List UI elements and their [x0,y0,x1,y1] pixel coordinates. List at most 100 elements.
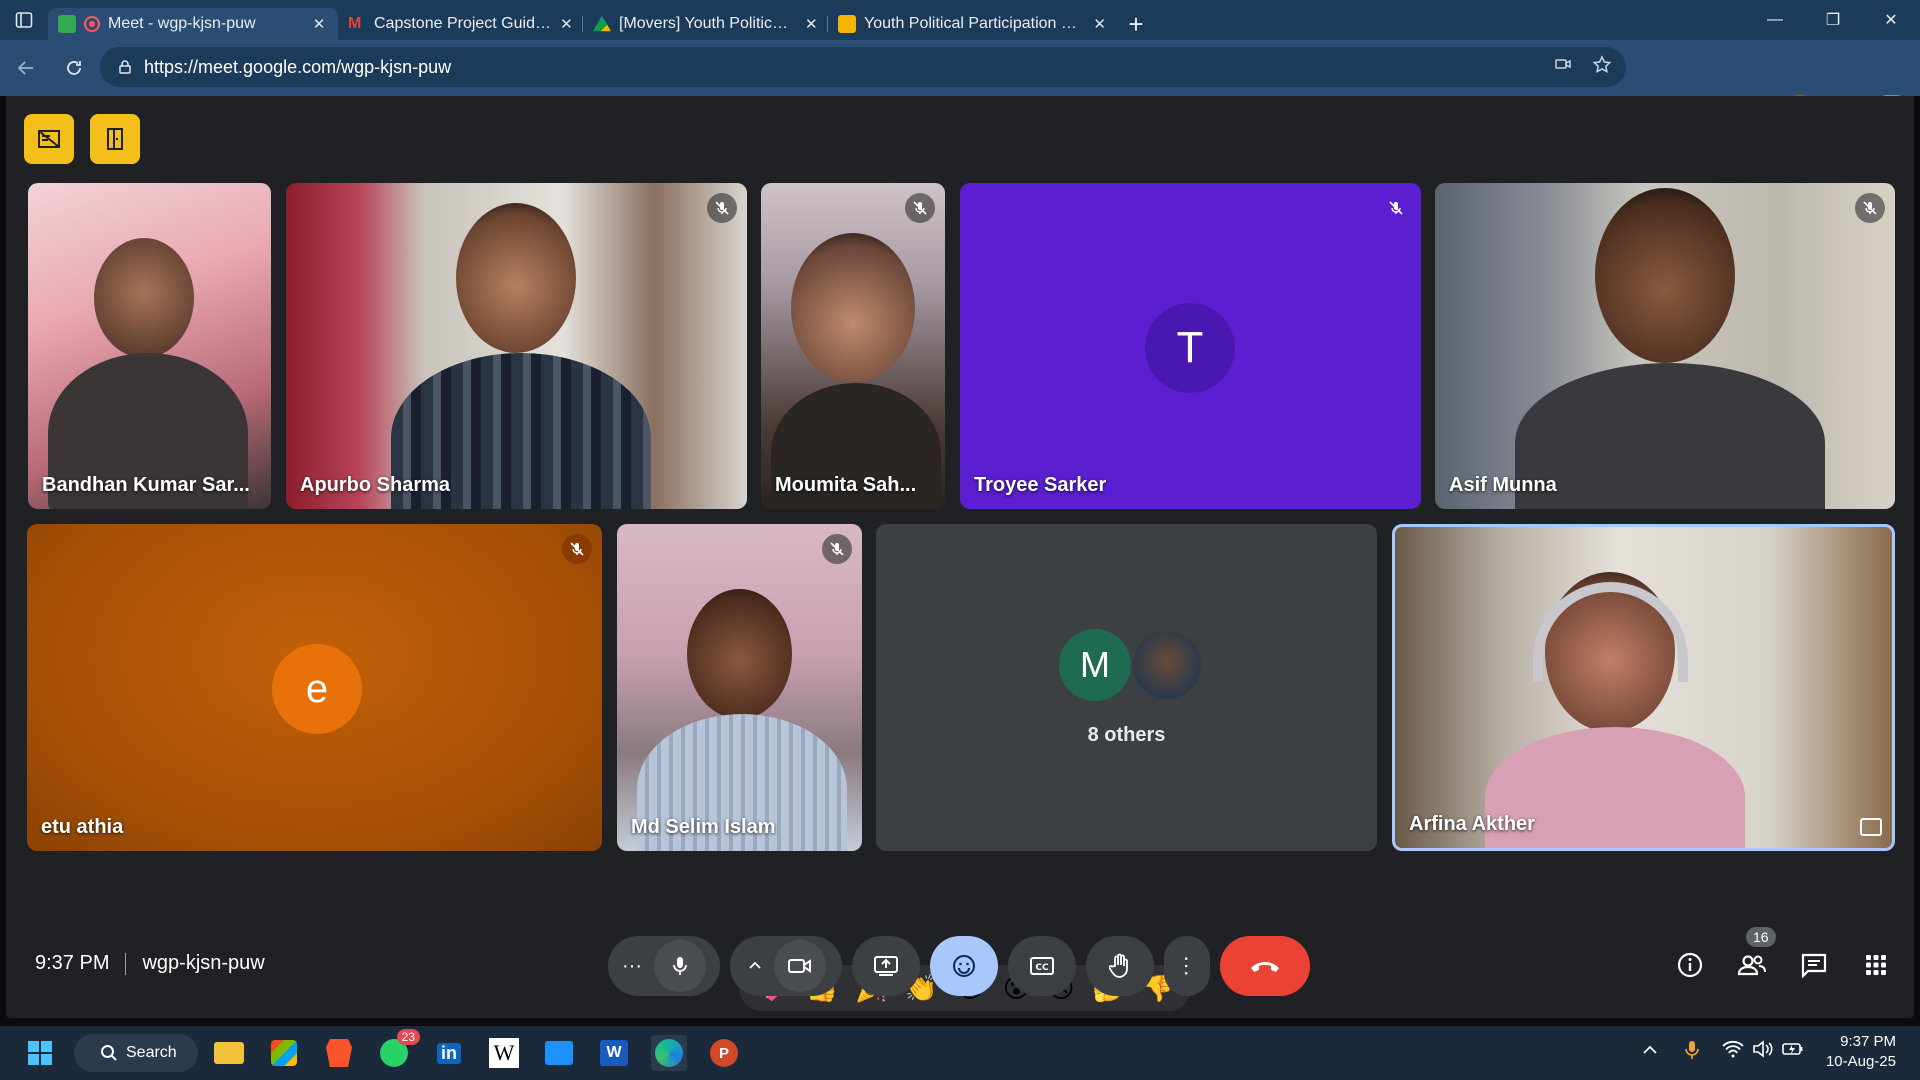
windows-taskbar: Search 23 in W W P 9:37 PM 10-Aug-25 [0,1026,1920,1080]
muted-mic-icon [707,193,737,223]
audio-group: ··· [608,936,720,996]
system-clock[interactable]: 9:37 PM 10-Aug-25 [1826,1032,1896,1072]
tab-capstone[interactable]: M Capstone Project Guidelines – Mo ✕ [338,8,583,40]
audio-options-icon[interactable]: ··· [622,955,642,978]
participant-avatar: T [1145,303,1235,393]
captions-button[interactable]: CC [1008,936,1076,996]
search-label: Search [126,1044,177,1061]
participant-tile[interactable]: Md Selim Islam [617,524,862,851]
volume-icon[interactable] [1752,1040,1774,1063]
pop-out-icon[interactable] [1860,818,1882,836]
slides-favicon-icon [838,15,856,33]
video-group [730,936,842,996]
participant-tile[interactable]: Asif Munna [1435,183,1895,509]
participant-video [94,238,194,358]
tab-slides[interactable]: Youth Political Participation Move ✕ [828,8,1118,40]
muted-mic-icon [822,534,852,564]
participant-video [1595,188,1735,363]
close-tab-icon[interactable]: ✕ [1091,15,1108,33]
participant-name: etu athia [41,816,124,838]
participant-tile-pinned[interactable]: Arfina Akther [1392,524,1895,851]
powerpoint-icon[interactable]: P [706,1035,742,1071]
muted-mic-icon [562,534,592,564]
meeting-details: 9:37 PM wgp-kjsn-puw [35,952,265,975]
participant-tile[interactable]: Apurbo Sharma [286,183,747,509]
participant-video [456,203,576,353]
participant-name: Arfina Akther [1409,813,1535,835]
participant-name: Bandhan Kumar Sar... [42,474,250,496]
microphone-button[interactable] [653,940,706,992]
participant-tile[interactable]: T Troyee Sarker [960,183,1421,509]
tab-title: Meet - wgp-kjsn-puw [108,15,256,32]
close-window-icon[interactable]: ✕ [1862,0,1920,40]
others-avatar: M [1059,629,1131,701]
raise-hand-button[interactable] [1086,936,1154,996]
call-controls: ··· CC ··· [608,935,1310,997]
battery-charging-icon[interactable] [1782,1040,1804,1063]
file-explorer-icon[interactable] [211,1035,247,1071]
camera-button[interactable] [774,940,826,992]
present-screen-button[interactable] [852,936,920,996]
close-tab-icon[interactable]: ✕ [560,15,573,33]
participant-name: Md Selim Islam [631,816,776,838]
omnibox[interactable]: https://meet.google.com/wgp-kjsn-puw [100,47,1626,87]
url-text[interactable]: https://meet.google.com/wgp-kjsn-puw [144,57,451,78]
minimize-icon[interactable]: — [1746,0,1804,40]
activities-button[interactable] [24,114,74,164]
wikipedia-icon[interactable]: W [486,1035,522,1071]
close-tab-icon[interactable]: ✕ [805,15,819,33]
leave-call-button[interactable] [1220,936,1310,996]
microsoft-store-icon[interactable] [266,1035,302,1071]
restore-icon[interactable]: ❐ [1804,0,1862,40]
meet-favicon-icon [58,15,76,33]
people-icon[interactable]: 16 [1734,927,1776,983]
participant-tile[interactable]: Bandhan Kumar Sar... [28,183,271,509]
tab-meet[interactable]: Meet - wgp-kjsn-puw ✕ [48,8,338,40]
site-info-icon[interactable] [110,59,140,75]
clock-date: 10-Aug-25 [1825,1053,1896,1070]
others-tile[interactable]: M 8 others [876,524,1377,851]
edge-browser-icon[interactable] [651,1035,687,1071]
chat-icon[interactable] [1796,947,1832,983]
recording-icon [84,16,100,32]
whatsapp-badge: 23 [396,1029,420,1045]
sidebar-toggle-icon[interactable] [0,0,48,40]
camera-in-use-icon[interactable] [1554,55,1572,80]
gmail-favicon-icon: M [348,15,362,32]
muted-mic-icon [1855,193,1885,223]
send-reaction-button[interactable] [930,936,998,996]
wifi-icon[interactable] [1722,1040,1744,1063]
meeting-details-info-icon[interactable] [1672,947,1708,983]
more-options-button[interactable]: ··· [1164,936,1210,996]
microphone-in-use-icon[interactable] [1685,1040,1699,1065]
participant-name: Asif Munna [1449,474,1557,496]
participant-name: Troyee Sarker [974,474,1107,496]
close-tab-icon[interactable]: ✕ [310,15,328,33]
meeting-code: wgp-kjsn-puw [142,952,265,974]
activities-grid-icon[interactable] [1858,947,1894,983]
tray-overflow-chevron-icon[interactable] [1642,1042,1658,1060]
favorite-star-icon[interactable] [1592,54,1612,80]
tab-movers[interactable]: [Movers] Youth Political Participat ✕ [583,8,828,40]
new-tab-button[interactable]: + [1118,8,1154,40]
meeting-side-controls: 16 [1672,927,1894,983]
others-label: 8 others [1087,724,1166,746]
participant-tile[interactable]: Moumita Sah... [761,183,945,509]
taskbar-search[interactable]: Search [74,1034,198,1072]
refresh-icon[interactable] [54,48,94,88]
tab-title: [Movers] Youth Political Participat [619,15,797,32]
divider [125,952,127,975]
linkedin-icon[interactable]: in [431,1035,467,1071]
brave-browser-icon[interactable] [321,1035,357,1071]
start-windows-icon[interactable] [22,1035,58,1071]
participant-tile[interactable]: e etu athia [27,524,602,851]
muted-mic-icon [905,193,935,223]
back-icon[interactable] [6,48,46,88]
video-options-chevron-icon[interactable] [748,957,762,975]
participant-count-badge: 16 [1746,927,1776,947]
svg-text:CC: CC [1035,963,1049,973]
remote-desktop-icon[interactable] [541,1035,577,1071]
whatsapp-icon[interactable]: 23 [376,1029,420,1071]
word-icon[interactable]: W [596,1035,632,1071]
leave-door-button[interactable] [90,114,140,164]
